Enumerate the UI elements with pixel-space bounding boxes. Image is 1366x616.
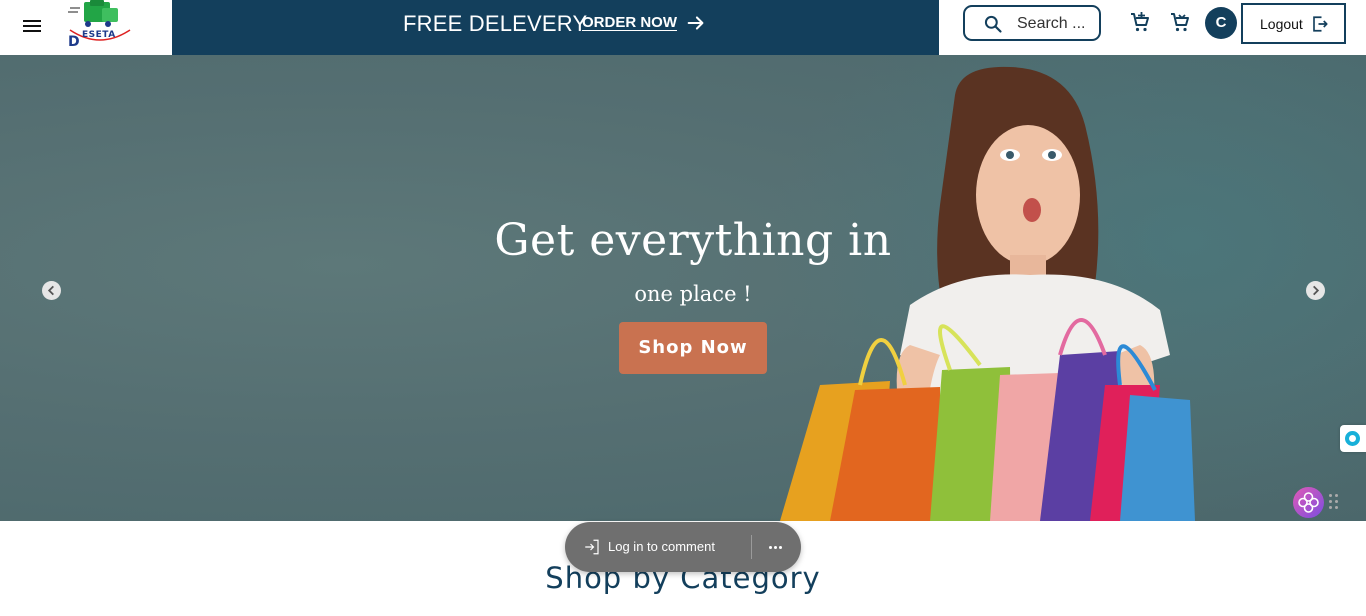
arrow-right-icon[interactable] <box>685 12 707 34</box>
chevron-right-icon <box>1313 285 1320 296</box>
hero-carousel: Get everything in one place ! Shop Now <box>0 55 1366 521</box>
logout-button[interactable]: Logout <box>1241 3 1346 44</box>
side-assistant-widget[interactable] <box>1340 425 1366 452</box>
copilot-flower-button[interactable] <box>1293 487 1324 518</box>
search-input[interactable]: Search ... <box>963 5 1101 41</box>
sign-in-icon <box>585 539 599 555</box>
promo-banner: FREE DELEVERY ORDER NOW <box>172 0 939 55</box>
cart-icon[interactable] <box>1168 10 1192 34</box>
add-to-cart-icon[interactable] <box>1128 10 1152 34</box>
comment-toolbar: Log in to comment <box>565 522 801 572</box>
flower-icon <box>1298 492 1319 513</box>
hero-title: Get everything in <box>494 215 892 266</box>
user-avatar[interactable]: C <box>1205 7 1237 39</box>
more-options-icon[interactable] <box>762 534 790 560</box>
brand-logo[interactable]: D ESETA <box>64 0 136 52</box>
carousel-next-button[interactable] <box>1306 281 1325 300</box>
shop-now-button[interactable]: Shop Now <box>619 322 767 374</box>
logout-icon <box>1313 16 1328 32</box>
carousel-prev-button[interactable] <box>42 281 61 300</box>
assistant-dot-icon <box>1345 431 1360 446</box>
shopping-cart-logo-icon: D <box>68 0 131 50</box>
promo-text: FREE DELEVERY <box>403 11 588 36</box>
brand-logo-text: ESETA <box>82 30 116 40</box>
toolbar-divider <box>751 535 752 559</box>
order-now-link[interactable]: ORDER NOW <box>582 14 677 31</box>
logout-label: Logout <box>1260 16 1303 32</box>
hamburger-menu-icon[interactable] <box>20 14 44 38</box>
svg-text:D: D <box>68 34 80 50</box>
search-icon <box>984 15 1002 33</box>
hero-subtitle: one place ! <box>634 282 752 306</box>
login-to-comment-label: Log in to comment <box>608 539 715 554</box>
search-placeholder: Search ... <box>1017 15 1086 32</box>
top-header: D ESETA FREE DELEVERY ORDER NOW Search .… <box>0 0 1366 55</box>
login-to-comment-button[interactable]: Log in to comment <box>583 522 743 572</box>
drag-handle-icon[interactable] <box>1329 494 1339 510</box>
chevron-left-icon <box>47 285 54 296</box>
